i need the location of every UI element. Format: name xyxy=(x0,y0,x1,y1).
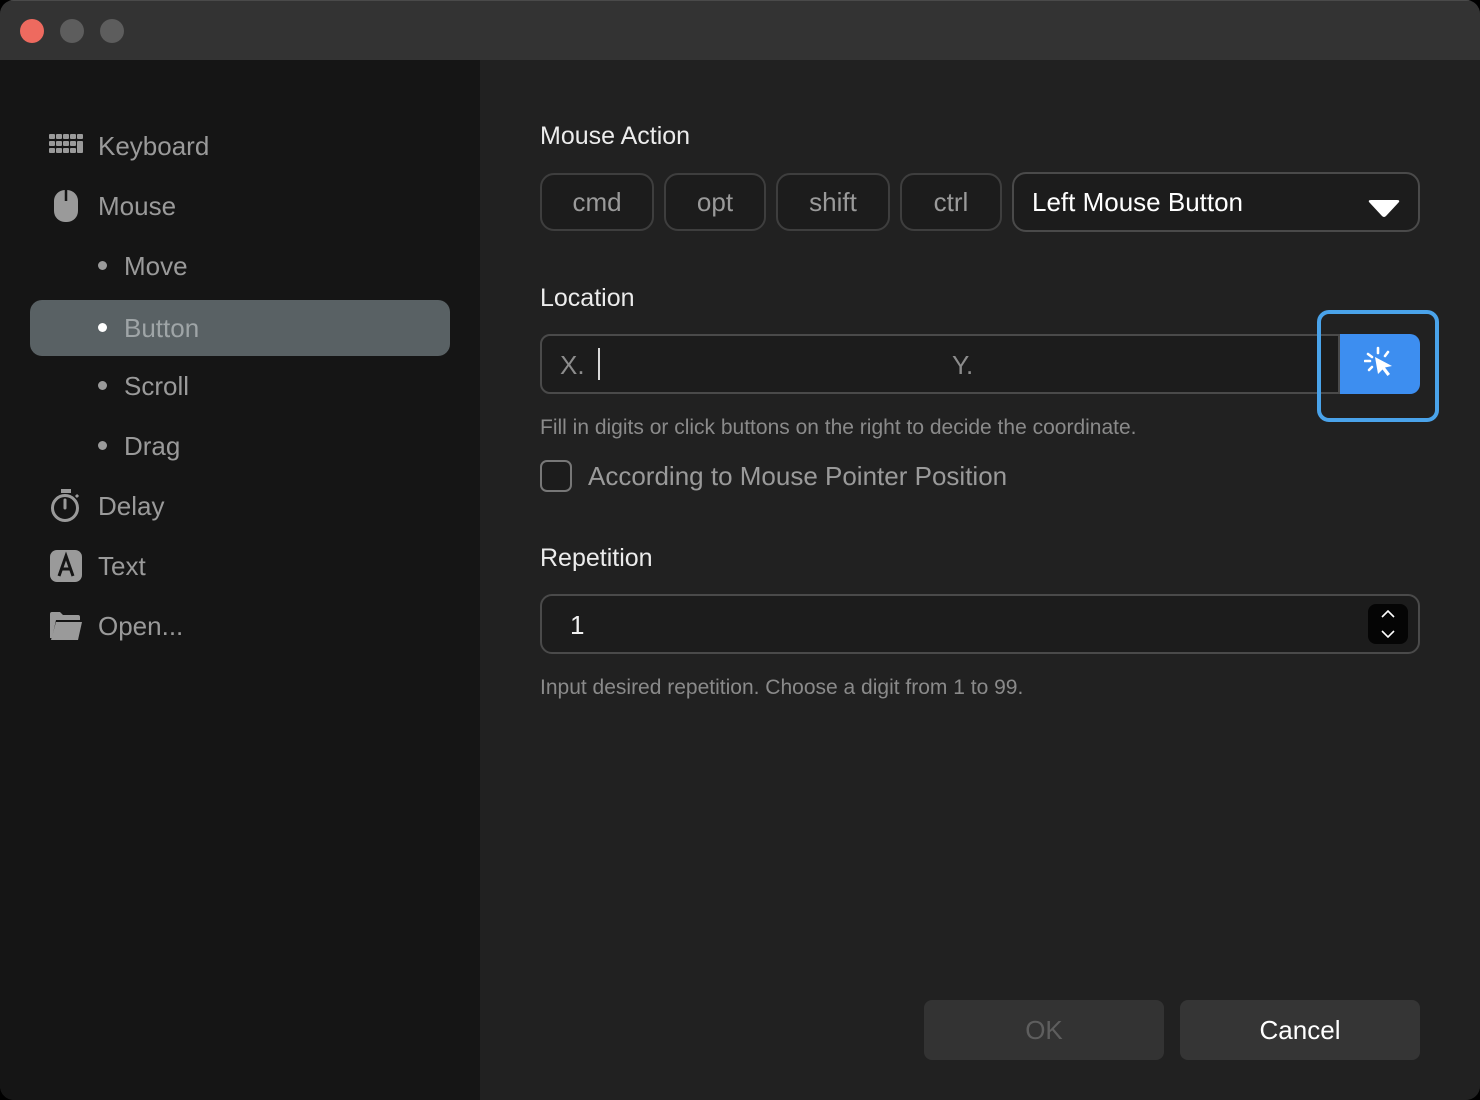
keyboard-icon xyxy=(48,128,84,164)
sidebar-item-button[interactable]: Button xyxy=(30,300,450,356)
title-bar xyxy=(0,0,1480,60)
mouse-icon xyxy=(48,188,84,224)
modifier-ctrl-button[interactable]: ctrl xyxy=(900,173,1002,231)
location-input[interactable]: X. Y. xyxy=(540,334,1340,394)
modifier-shift-button[interactable]: shift xyxy=(776,173,890,231)
sidebar-item-label: Delay xyxy=(98,490,165,521)
text-a-icon xyxy=(48,548,84,584)
cancel-button[interactable]: Cancel xyxy=(1180,1000,1420,1060)
chevron-down-icon xyxy=(1368,194,1400,225)
pick-location-icon xyxy=(1363,346,1396,383)
repetition-hint: Input desired repetition. Choose a digit… xyxy=(540,676,1024,699)
sidebar-item-label: Drag xyxy=(124,430,181,461)
sidebar-item-open[interactable]: Open... xyxy=(30,598,450,654)
sidebar-item-label: Text xyxy=(98,550,146,581)
repetition-input[interactable]: 1 xyxy=(540,594,1420,654)
modifier-cmd-button[interactable]: cmd xyxy=(540,173,654,231)
maximize-window-button[interactable] xyxy=(100,19,124,43)
sidebar-item-label: Move xyxy=(124,250,188,281)
text-cursor xyxy=(598,348,600,380)
repetition-value: 1 xyxy=(570,610,585,640)
repetition-title: Repetition xyxy=(540,544,653,572)
sidebar: Keyboard Mouse Move Button Scroll Drag D… xyxy=(0,60,480,1100)
pointer-position-checkbox[interactable] xyxy=(540,460,572,492)
location-title: Location xyxy=(540,284,635,312)
sidebar-item-label: Keyboard xyxy=(98,130,210,161)
stepper-down-icon[interactable] xyxy=(1368,624,1408,644)
content-panel: Mouse Action cmd opt shift ctrl Left Mou… xyxy=(480,60,1480,1100)
stepper-up-icon[interactable] xyxy=(1368,604,1408,624)
bullet-icon xyxy=(98,323,107,332)
repetition-stepper[interactable] xyxy=(1368,604,1408,644)
minimize-window-button[interactable] xyxy=(60,19,84,43)
folder-icon xyxy=(48,608,84,644)
sidebar-item-label: Mouse xyxy=(98,190,177,221)
y-label: Y. xyxy=(952,350,974,380)
sidebar-item-drag[interactable]: Drag xyxy=(30,418,450,474)
x-label: X. xyxy=(560,350,585,380)
pick-location-button[interactable] xyxy=(1340,334,1420,394)
stopwatch-icon xyxy=(48,488,84,524)
mouse-button-select[interactable]: Left Mouse Button xyxy=(1012,172,1420,232)
mouse-action-title: Mouse Action xyxy=(540,122,691,150)
sidebar-item-text[interactable]: Text xyxy=(30,538,450,594)
dialog-window: Keyboard Mouse Move Button Scroll Drag D… xyxy=(0,0,1480,1100)
close-window-button[interactable] xyxy=(20,19,44,43)
sidebar-item-mouse[interactable]: Mouse xyxy=(30,178,450,234)
sidebar-item-scroll[interactable]: Scroll xyxy=(30,358,450,414)
bullet-icon xyxy=(98,441,107,450)
mouse-button-select-value: Left Mouse Button xyxy=(1032,186,1244,217)
ok-button[interactable]: OK xyxy=(924,1000,1164,1060)
sidebar-item-label: Scroll xyxy=(124,370,190,401)
location-hint: Fill in digits or click buttons on the r… xyxy=(540,416,1137,439)
sidebar-item-label: Open... xyxy=(98,610,184,641)
sidebar-item-label: Button xyxy=(124,312,200,343)
pointer-position-label[interactable]: According to Mouse Pointer Position xyxy=(588,461,1007,492)
sidebar-item-delay[interactable]: Delay xyxy=(30,478,450,534)
modifier-opt-button[interactable]: opt xyxy=(664,173,766,231)
bullet-icon xyxy=(98,381,107,390)
bullet-icon xyxy=(98,261,107,270)
sidebar-item-keyboard[interactable]: Keyboard xyxy=(30,118,450,174)
sidebar-item-move[interactable]: Move xyxy=(30,238,450,294)
